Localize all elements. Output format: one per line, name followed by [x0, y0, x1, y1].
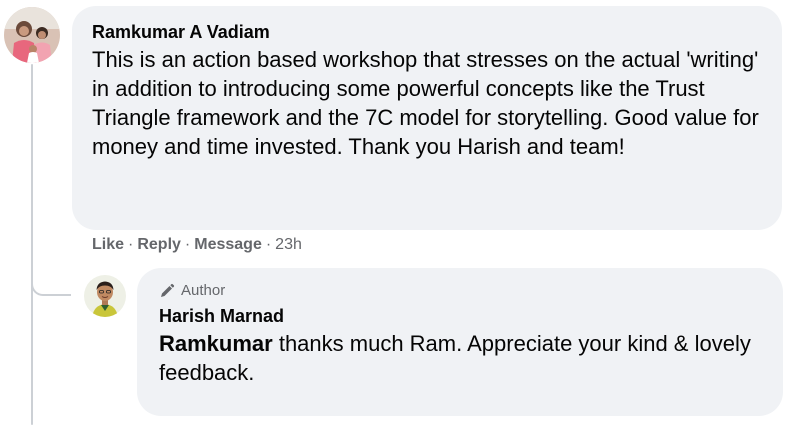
comment-timestamp[interactable]: 23h — [275, 236, 302, 253]
commenter-avatar[interactable] — [4, 7, 60, 63]
separator: · — [128, 236, 134, 253]
message-button[interactable]: Message — [194, 236, 262, 253]
comment-author-name[interactable]: Ramkumar A Vadiam — [92, 21, 762, 43]
reply-button[interactable]: Reply — [137, 236, 181, 253]
thread-line — [31, 64, 33, 425]
author-badge: Author — [159, 282, 763, 300]
mention-link[interactable]: Ramkumar — [159, 331, 273, 356]
reply-text: Ramkumar thanks much Ram. Appreciate you… — [159, 329, 763, 387]
reply-bubble: Author Harish Marnad Ramkumar thanks muc… — [137, 268, 783, 416]
reply-author-avatar[interactable] — [84, 275, 126, 317]
like-button[interactable]: Like — [92, 236, 124, 253]
comment-actions: Like · Reply · Message · 23h — [92, 235, 302, 255]
author-badge-label: Author — [181, 282, 226, 299]
separator: · — [184, 236, 191, 253]
reply-connector-line — [31, 272, 71, 296]
pen-icon — [159, 283, 175, 299]
reply-author-name[interactable]: Harish Marnad — [159, 305, 763, 327]
separator: · — [265, 236, 272, 253]
comment-text: This is an action based workshop that st… — [92, 47, 759, 159]
comment-bubble: Ramkumar A Vadiam This is an action base… — [72, 6, 782, 230]
